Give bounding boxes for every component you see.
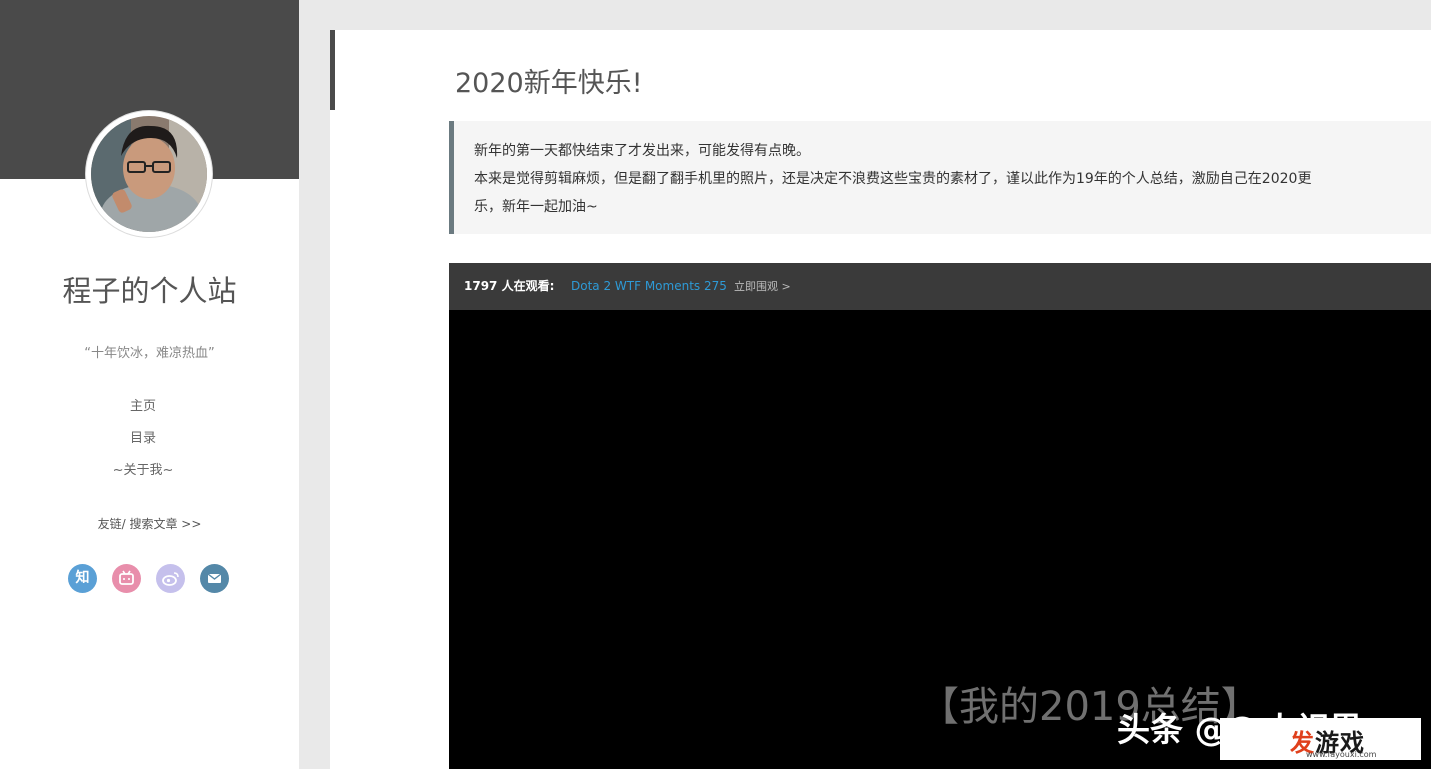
mail-icon[interactable] bbox=[200, 564, 229, 593]
post-container: 2020新年快乐! 新年的第一天都快结束了才发出来，可能发得有点晚。 本来是觉得… bbox=[330, 30, 1431, 769]
viewer-count: 1797 人在观看: bbox=[464, 279, 555, 293]
quote-line: 本来是觉得剪辑麻烦，但是翻了翻手机里的照片，还是决定不浪费这些宝贵的素材了，谨以… bbox=[474, 171, 1312, 187]
weibo-glyph bbox=[162, 572, 179, 586]
bilibili-icon[interactable] bbox=[112, 564, 141, 593]
site-title[interactable]: 程子的个人站 bbox=[0, 268, 299, 310]
site-watermark: 发游戏 www.fayouxi.com bbox=[1220, 718, 1421, 760]
sidebar: 程子的个人站 “十年饮冰，难凉热血” 主页 目录 ~关于我~ 友链/ 搜索文章 … bbox=[0, 0, 299, 769]
avatar-photo bbox=[91, 116, 207, 232]
weibo-icon[interactable] bbox=[156, 564, 185, 593]
watch-now-link[interactable]: 立即围观 > bbox=[734, 263, 791, 310]
bilibili-glyph bbox=[119, 570, 134, 585]
nav-item-about[interactable]: ~关于我~ bbox=[0, 461, 286, 493]
post-title: 2020新年快乐! bbox=[455, 68, 643, 99]
site-motto: “十年饮冰，难凉热血” bbox=[84, 346, 215, 361]
friend-search-link[interactable]: 友链/ 搜索文章 >> bbox=[98, 517, 202, 531]
video-player[interactable]: 1797 人在观看: Dota 2 WTF Moments 275 立即围观 >… bbox=[449, 263, 1431, 769]
nav-item-catalog[interactable]: 目录 bbox=[0, 429, 286, 461]
stream-title-link[interactable]: Dota 2 WTF Moments 275 bbox=[571, 263, 727, 310]
sidebar-nav: 主页 目录 ~关于我~ bbox=[0, 397, 286, 493]
zhihu-icon[interactable]: 知 bbox=[68, 564, 97, 593]
watermark-domain: www.fayouxi.com bbox=[1306, 750, 1377, 759]
post-blockquote: 新年的第一天都快结束了才发出来，可能发得有点晚。 本来是觉得剪辑麻烦，但是翻了翻… bbox=[449, 121, 1431, 234]
mail-glyph bbox=[207, 573, 222, 583]
nav-item-home[interactable]: 主页 bbox=[0, 397, 286, 429]
quote-line: 乐，新年一起加油~ bbox=[474, 199, 598, 215]
title-accent-bar bbox=[330, 30, 335, 110]
player-promo-bar: 1797 人在观看: Dota 2 WTF Moments 275 立即围观 > bbox=[449, 263, 1431, 310]
quote-line: 新年的第一天都快结束了才发出来，可能发得有点晚。 bbox=[474, 143, 810, 159]
avatar[interactable] bbox=[86, 111, 212, 237]
friend-links: 友链/ 搜索文章 >> bbox=[0, 515, 299, 532]
